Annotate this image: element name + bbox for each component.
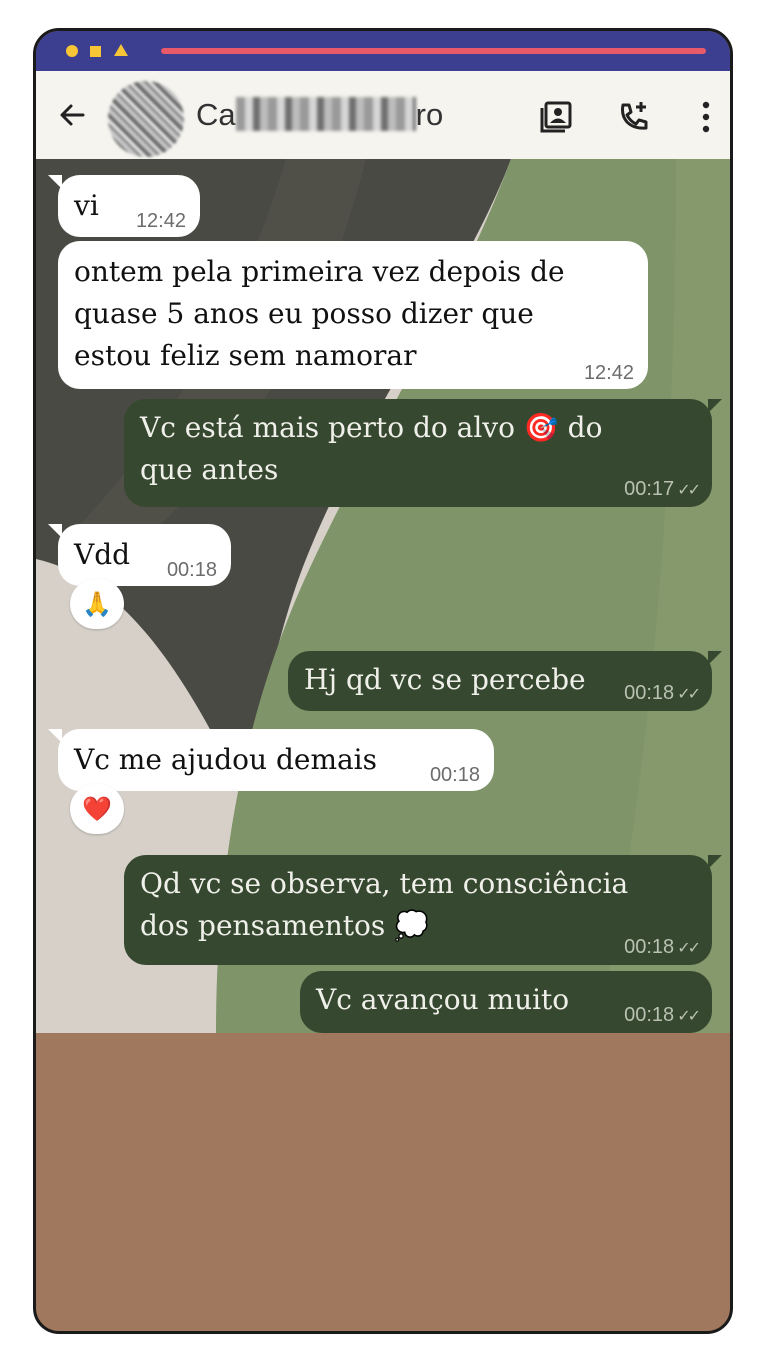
phone-add-icon xyxy=(621,102,648,130)
outgoing-message[interactable]: Hj qd vc se percebe 00:18 ✓✓ xyxy=(288,651,722,711)
message-text: Vc me ajudou demais xyxy=(74,743,378,776)
message-meta: 00:18 ✓✓ xyxy=(624,936,701,959)
call-button[interactable] xyxy=(614,97,654,137)
message-text: vi xyxy=(74,189,99,222)
contact-card-button[interactable] xyxy=(536,97,576,137)
message-meta: 00:18 ✓✓ xyxy=(624,682,701,705)
incoming-message[interactable]: Vc me ajudou demais 00:18 xyxy=(48,729,494,791)
reaction-badge[interactable]: ❤️ xyxy=(70,784,124,834)
message-time: 00:18 xyxy=(624,936,675,958)
message-text: Vc avançou muito xyxy=(316,983,570,1016)
bubble-tail xyxy=(708,651,722,665)
contact-avatar[interactable] xyxy=(108,81,184,157)
praying-hands-emoji-icon: 🙏 xyxy=(82,590,112,618)
more-vertical-icon xyxy=(702,101,710,133)
bubble-tail xyxy=(708,855,722,869)
contact-card-icon xyxy=(540,101,572,133)
bubble-tail xyxy=(48,524,62,538)
message-time: 00:17 xyxy=(624,478,675,500)
contact-name-suffix: ro xyxy=(415,97,444,132)
arrow-left-icon xyxy=(60,104,85,126)
incoming-message[interactable]: ontem pela primeira vez depois de quase … xyxy=(58,241,648,389)
double-check-icon: ✓✓ xyxy=(677,1008,701,1025)
status-bar xyxy=(36,31,730,71)
message-time: 00:18 xyxy=(429,764,480,786)
outgoing-message[interactable]: Vc está mais perto do alvo 🎯 do que ante… xyxy=(124,399,722,507)
message-line: que antes xyxy=(140,453,279,486)
message-text: Vdd xyxy=(74,538,131,571)
contact-name-prefix: Ca xyxy=(196,97,236,132)
message-time: 00:18 xyxy=(624,682,675,704)
message-line: estou feliz sem namorar xyxy=(74,339,417,372)
phone-frame: Ca ro vi 12:42 ontem pela primeira vez d… xyxy=(33,28,733,1334)
bubble-tail xyxy=(708,399,722,413)
message-meta: 00:17 ✓✓ xyxy=(624,478,701,501)
message-time: 12:42 xyxy=(583,362,634,384)
double-check-icon: ✓✓ xyxy=(677,940,701,957)
message-line: quase 5 anos eu posso dizer que xyxy=(74,297,534,330)
circle-icon xyxy=(66,45,78,57)
message-time: 00:18 xyxy=(166,559,217,581)
back-button[interactable] xyxy=(52,95,92,135)
thought-bubble-emoji-icon: 💭 xyxy=(394,909,430,942)
double-check-icon: ✓✓ xyxy=(677,686,701,703)
bubble-tail xyxy=(48,175,62,189)
message-text: do xyxy=(567,411,603,444)
message-text: dos pensamentos xyxy=(140,909,386,942)
chat-header: Ca ro xyxy=(36,71,730,160)
message-time: 00:18 xyxy=(624,1004,675,1026)
message-line: Qd vc se observa, tem consciência xyxy=(140,867,629,900)
square-icon xyxy=(90,46,101,57)
message-time: 12:42 xyxy=(135,210,186,232)
redacted-name xyxy=(235,97,416,131)
triangle-icon xyxy=(114,44,128,56)
outgoing-message[interactable]: Qd vc se observa, tem consciência dos pe… xyxy=(124,855,722,965)
contact-name[interactable]: Ca ro xyxy=(196,97,443,133)
status-line xyxy=(161,48,706,54)
message-meta: 00:18 ✓✓ xyxy=(624,1004,701,1027)
reaction-badge[interactable]: 🙏 xyxy=(70,579,124,629)
dart-target-emoji-icon: 🎯 xyxy=(523,411,559,444)
message-text: Hj qd vc se percebe xyxy=(304,663,586,696)
incoming-message[interactable]: Vdd 00:18 xyxy=(48,524,231,586)
chat-area[interactable]: vi 12:42 ontem pela primeira vez depois … xyxy=(36,159,730,1033)
heart-emoji-icon: ❤️ xyxy=(82,795,112,823)
double-check-icon: ✓✓ xyxy=(677,482,701,499)
message-line: ontem pela primeira vez depois de xyxy=(74,255,565,288)
menu-button[interactable] xyxy=(686,97,726,137)
bubble-tail xyxy=(48,729,62,743)
incoming-message[interactable]: vi 12:42 xyxy=(48,175,200,237)
message-text: Vc está mais perto do alvo xyxy=(140,411,515,444)
outgoing-message[interactable]: Vc avançou muito 00:18 ✓✓ xyxy=(300,971,712,1033)
